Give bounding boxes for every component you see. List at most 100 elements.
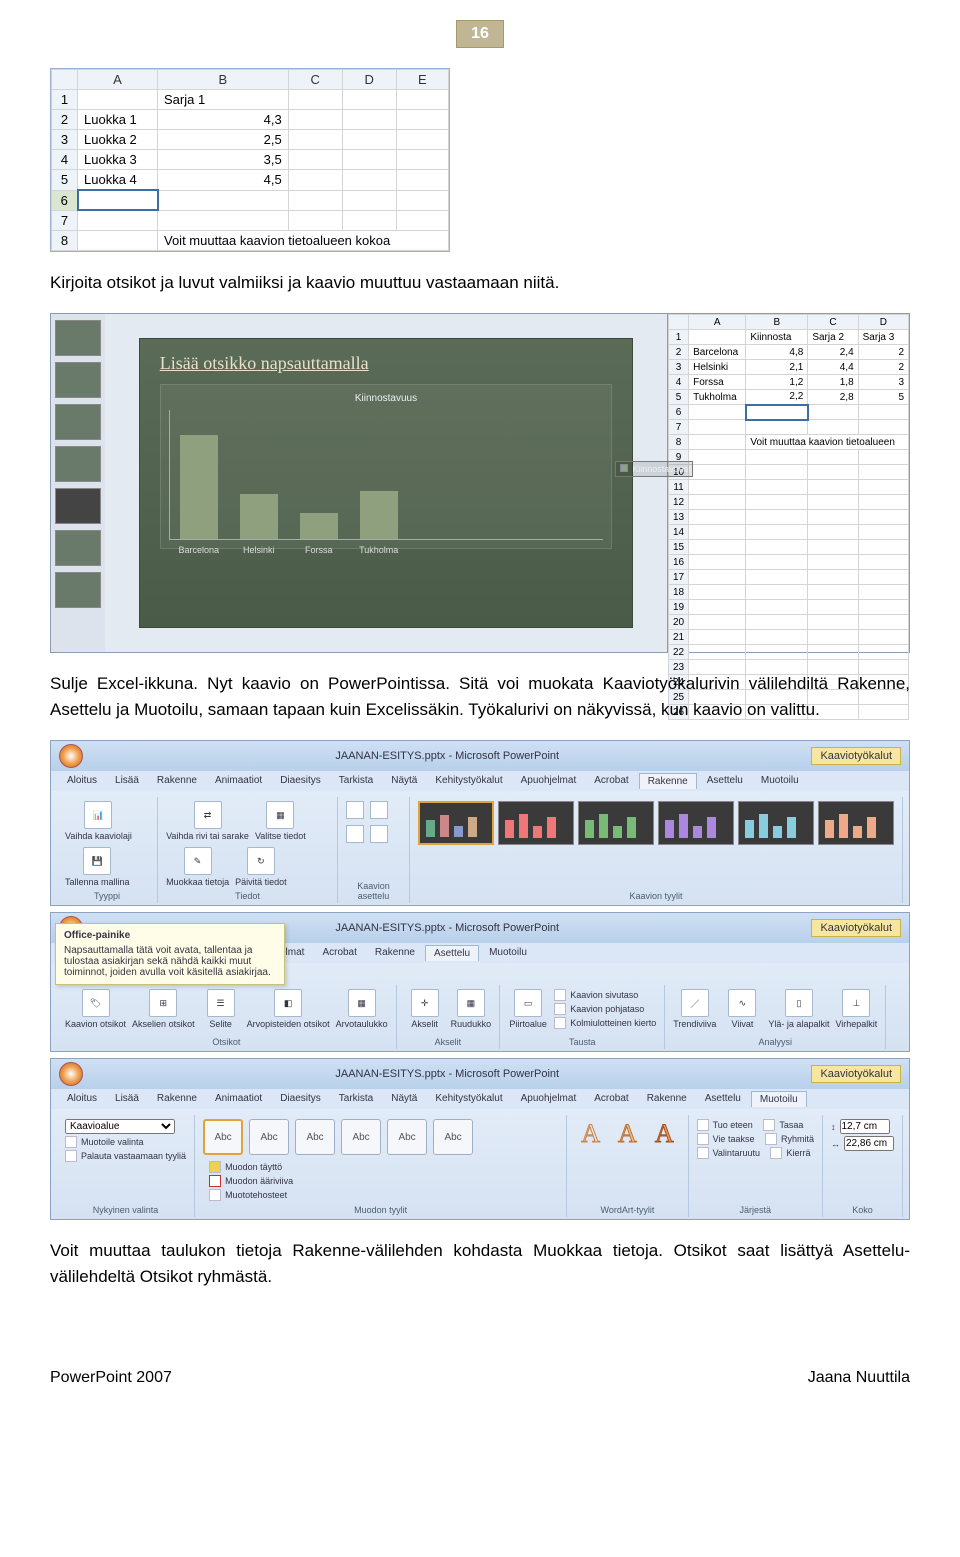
legend-button[interactable]: ☰Selite xyxy=(201,989,241,1029)
slide-thumb[interactable] xyxy=(55,530,101,566)
reset-style-button[interactable]: Palauta vastaamaan tyyliä xyxy=(65,1150,186,1162)
tab-chart-asettelu[interactable]: Asettelu xyxy=(697,1091,749,1107)
wordart-style-2[interactable]: A xyxy=(612,1119,643,1149)
lines-button[interactable]: ∿Viivat xyxy=(722,989,762,1029)
tab-lisaa[interactable]: Lisää xyxy=(107,1091,147,1107)
chart-style-2[interactable] xyxy=(498,801,574,845)
slide-thumb[interactable] xyxy=(55,446,101,482)
tab-chart-asettelu[interactable]: Asettelu xyxy=(699,773,751,789)
slide-thumb[interactable] xyxy=(55,362,101,398)
tab-kehitystyokalut[interactable]: Kehitystyökalut xyxy=(427,773,510,789)
tab-apuohjelmat[interactable]: Apuohjelmat xyxy=(513,1091,585,1107)
layout-preset-3[interactable] xyxy=(346,825,364,843)
axes-button[interactable]: ✛Akselit xyxy=(405,989,445,1029)
shape-effects-button[interactable]: Muototehosteet xyxy=(209,1189,293,1201)
chart-style-6[interactable] xyxy=(818,801,894,845)
save-as-template-button[interactable]: 💾Tallenna mallina xyxy=(65,847,130,887)
tab-tarkista[interactable]: Tarkista xyxy=(331,773,381,789)
tab-aloitus[interactable]: Aloitus xyxy=(59,1091,105,1107)
format-selection-button[interactable]: Muotoile valinta xyxy=(65,1136,186,1148)
shape-style-2[interactable]: Abc xyxy=(249,1119,289,1155)
slide-thumb[interactable] xyxy=(55,320,101,356)
office-button-icon[interactable] xyxy=(59,1062,83,1086)
tab-tarkista[interactable]: Tarkista xyxy=(331,1091,381,1107)
3d-rotation-button[interactable]: Kolmiulotteinen kierto xyxy=(554,1017,656,1029)
chart-style-3[interactable] xyxy=(578,801,654,845)
tab-nayta[interactable]: Näytä xyxy=(383,773,425,789)
tab-acrobat[interactable]: Acrobat xyxy=(586,1091,636,1107)
slide-thumb[interactable] xyxy=(55,488,101,524)
chart-style-1[interactable] xyxy=(418,801,494,845)
up-down-bars-button[interactable]: ▯Ylä- ja alapalkit xyxy=(768,989,829,1029)
tab-diaesitys[interactable]: Diaesitys xyxy=(272,773,329,789)
refresh-data-button[interactable]: ↻Päivitä tiedot xyxy=(235,847,287,887)
edit-data-button[interactable]: ✎Muokkaa tietoja xyxy=(166,847,229,887)
align-icon xyxy=(763,1119,775,1131)
chart-floor-button[interactable]: Kaavion pohjataso xyxy=(554,1003,656,1015)
tab-animaatiot[interactable]: Animaatiot xyxy=(207,1091,270,1107)
shape-fill-button[interactable]: Muodon täyttö xyxy=(209,1161,293,1173)
chart-wall-button[interactable]: Kaavion sivutaso xyxy=(554,989,656,1001)
tab-rakenne[interactable]: Rakenne xyxy=(149,773,205,789)
tab-chart-rakenne[interactable]: Rakenne xyxy=(639,1091,695,1107)
height-field[interactable]: ↕ xyxy=(831,1119,894,1134)
slide-thumb[interactable] xyxy=(55,404,101,440)
excel-data-sheet[interactable]: ABCD 1KiinnostaSarja 2Sarja 3 2Barcelona… xyxy=(667,314,909,652)
send-back-button[interactable]: Vie taakse Ryhmitä xyxy=(697,1133,814,1145)
layout-preset-1[interactable] xyxy=(346,801,364,819)
paragraph-1: Kirjoita otsikot ja luvut valmiiksi ja k… xyxy=(50,270,910,296)
tab-chart-rakenne[interactable]: Rakenne xyxy=(639,773,697,789)
powerpoint-excel-screenshot: Lisää otsikko napsauttamalla Kiinnostavu… xyxy=(50,313,910,653)
chart-title-icon: 🏷 xyxy=(82,989,110,1017)
tab-apuohjelmat[interactable]: Apuohjelmat xyxy=(513,773,585,789)
slide-thumb[interactable] xyxy=(55,572,101,608)
data-table-button[interactable]: ▦Arvotaulukko xyxy=(336,989,388,1029)
shape-style-6[interactable]: Abc xyxy=(433,1119,473,1155)
layout-preset-4[interactable] xyxy=(370,825,388,843)
tab-diaesitys[interactable]: Diaesitys xyxy=(272,1091,329,1107)
select-data-button[interactable]: ▦Valitse tiedot xyxy=(255,801,306,841)
office-button-icon[interactable] xyxy=(59,744,83,768)
group-kaavion-asettelu-label: Kaavion asettelu xyxy=(346,881,401,901)
plot-area-button[interactable]: ▭Piirtoalue xyxy=(508,989,548,1029)
tab-rakenne[interactable]: Rakenne xyxy=(149,1091,205,1107)
shape-style-1[interactable]: Abc xyxy=(203,1119,243,1155)
col-d: D xyxy=(342,70,396,90)
tab-chart-muotoilu[interactable]: Muotoilu xyxy=(753,773,807,789)
shape-style-4[interactable]: Abc xyxy=(341,1119,381,1155)
shape-outline-button[interactable]: Muodon ääriviiva xyxy=(209,1175,293,1187)
chart-title-button[interactable]: 🏷Kaavion otsikot xyxy=(65,989,126,1029)
data-labels-icon: ◧ xyxy=(274,989,302,1017)
shape-style-3[interactable]: Abc xyxy=(295,1119,335,1155)
chart-area[interactable]: Kiinnostavuus Barcelona Helsinki Forssa … xyxy=(160,384,613,549)
axis-titles-button[interactable]: ⊞Akselien otsikot xyxy=(132,989,195,1029)
data-labels-button[interactable]: ◧Arvopisteiden otsikot xyxy=(247,989,330,1029)
chart-style-4[interactable] xyxy=(658,801,734,845)
tab-nayta[interactable]: Näytä xyxy=(383,1091,425,1107)
col-a: A xyxy=(78,70,158,90)
tab-acrobat[interactable]: Acrobat xyxy=(586,773,636,789)
gridlines-button[interactable]: ▦Ruudukko xyxy=(451,989,492,1029)
tab-aloitus[interactable]: Aloitus xyxy=(59,773,105,789)
tab-kehitystyokalut[interactable]: Kehitystyökalut xyxy=(427,1091,510,1107)
tab-chart-muotoilu[interactable]: Muotoilu xyxy=(751,1091,807,1107)
wordart-style-3[interactable]: A xyxy=(649,1119,680,1149)
layout-preset-2[interactable] xyxy=(370,801,388,819)
width-field[interactable]: ↔ xyxy=(831,1136,894,1151)
selection-pane-icon xyxy=(697,1147,709,1159)
change-chart-type-button[interactable]: 📊Vaihda kaaviolaji xyxy=(65,801,132,841)
selection-pane-button[interactable]: Valintaruutu Kierrä xyxy=(697,1147,814,1159)
switch-row-col-button[interactable]: ⇄Vaihda rivi tai sarake xyxy=(166,801,249,841)
wordart-style-1[interactable]: A xyxy=(575,1119,606,1149)
footer-right: Jaana Nuuttila xyxy=(808,1369,910,1387)
shape-style-5[interactable]: Abc xyxy=(387,1119,427,1155)
error-bars-button[interactable]: ⊥Virhepalkit xyxy=(835,989,877,1029)
bring-front-button[interactable]: Tuo eteen Tasaa xyxy=(697,1119,814,1131)
tab-animaatiot[interactable]: Animaatiot xyxy=(207,773,270,789)
slide-canvas[interactable]: Lisää otsikko napsauttamalla Kiinnostavu… xyxy=(139,338,634,629)
trendline-button[interactable]: ／Trendiviiva xyxy=(673,989,716,1029)
slide-title-placeholder[interactable]: Lisää otsikko napsauttamalla xyxy=(160,353,613,374)
tab-lisaa[interactable]: Lisää xyxy=(107,773,147,789)
chart-style-5[interactable] xyxy=(738,801,814,845)
chart-area-dropdown[interactable]: Kaavioalue xyxy=(65,1119,175,1134)
